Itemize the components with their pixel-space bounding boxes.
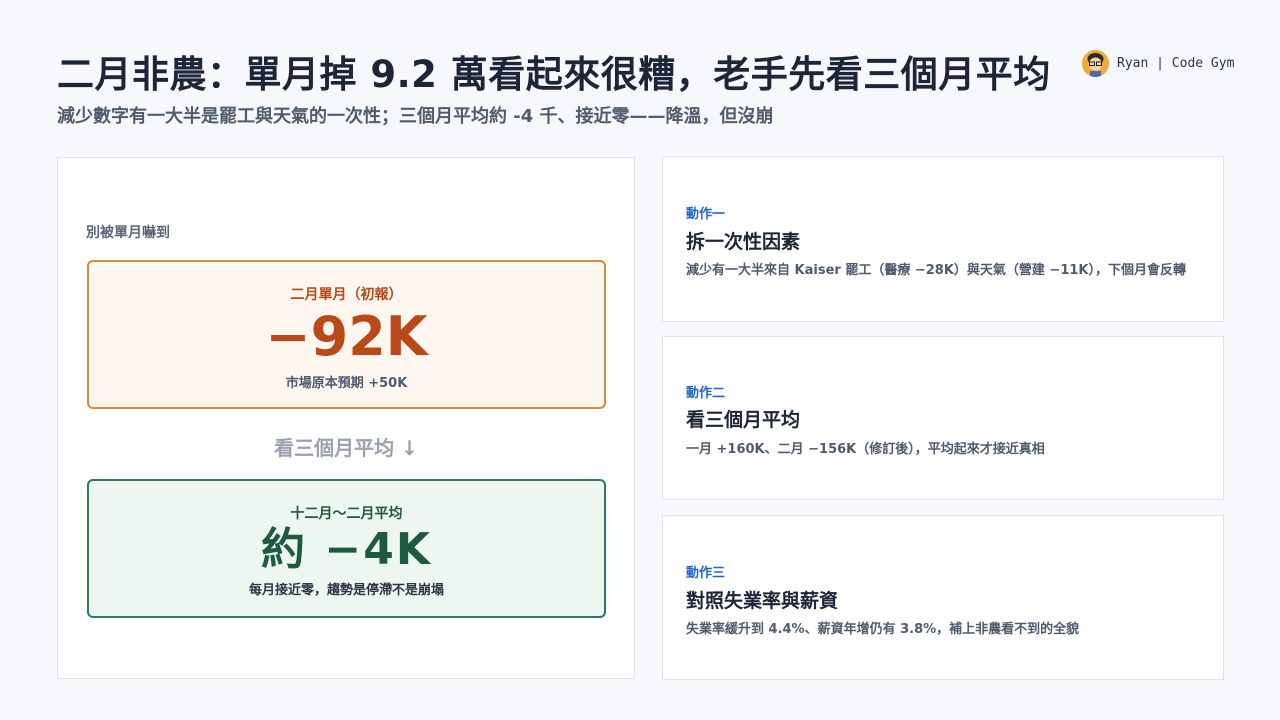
brand: Ryan | Code Gym [1082,50,1234,77]
panel-label: 別被單月嚇到 [86,225,170,241]
action-desc: 一月 +160K、二月 −156K（修訂後），平均起來才接近真相 [686,442,1045,457]
average-figure-value: 約 −4K [261,524,432,575]
action-card-3: 動作三 對照失業率與薪資 失業率緩升到 4.4%、薪資年增仍有 3.8%，補上非… [662,515,1224,680]
avatar-icon [1082,50,1109,77]
action-kicker: 動作二 [686,386,726,401]
page-subtitle: 減少數字有一大半是罷工與天氣的一次性；三個月平均約 -4 千、接近零——降溫，但… [57,106,774,127]
action-title: 看三個月平均 [686,409,801,431]
monthly-figure-value: −92K [265,305,428,368]
monthly-figure-note: 市場原本預期 +50K [285,376,408,391]
action-desc: 失業率緩升到 4.4%、薪資年增仍有 3.8%，補上非農看不到的全貌 [686,622,1080,637]
left-panel: 別被單月嚇到 二月單月（初報） −92K 市場原本預期 +50K 看三個月平均 … [57,157,635,679]
action-kicker: 動作三 [686,566,726,581]
monthly-figure-caption: 二月單月（初報） [290,287,403,303]
monthly-figure-box: 二月單月（初報） −92K 市場原本預期 +50K [87,260,606,409]
action-card-2: 動作二 看三個月平均 一月 +160K、二月 −156K（修訂後），平均起來才接… [662,336,1224,500]
action-desc: 減少有一大半來自 Kaiser 罷工（醫療 −28K）與天氣（營建 −11K），… [686,263,1186,278]
action-kicker: 動作一 [686,207,726,222]
average-figure-box: 十二月～二月平均 約 −4K 每月接近零，趨勢是停滯不是崩塌 [87,479,606,618]
average-figure-note: 每月接近零，趨勢是停滯不是崩塌 [248,583,444,598]
page-title: 二月非農：單月掉 9.2 萬看起來很糟，老手先看三個月平均 [57,53,1051,96]
action-title: 拆一次性因素 [686,231,801,253]
action-card-1: 動作一 拆一次性因素 減少有一大半來自 Kaiser 罷工（醫療 −28K）與天… [662,156,1224,322]
average-figure-caption: 十二月～二月平均 [290,506,403,522]
brand-name: Ryan | Code Gym [1117,56,1235,71]
action-title: 對照失業率與薪資 [686,590,839,612]
transition-label: 看三個月平均 ↓ [274,436,418,460]
